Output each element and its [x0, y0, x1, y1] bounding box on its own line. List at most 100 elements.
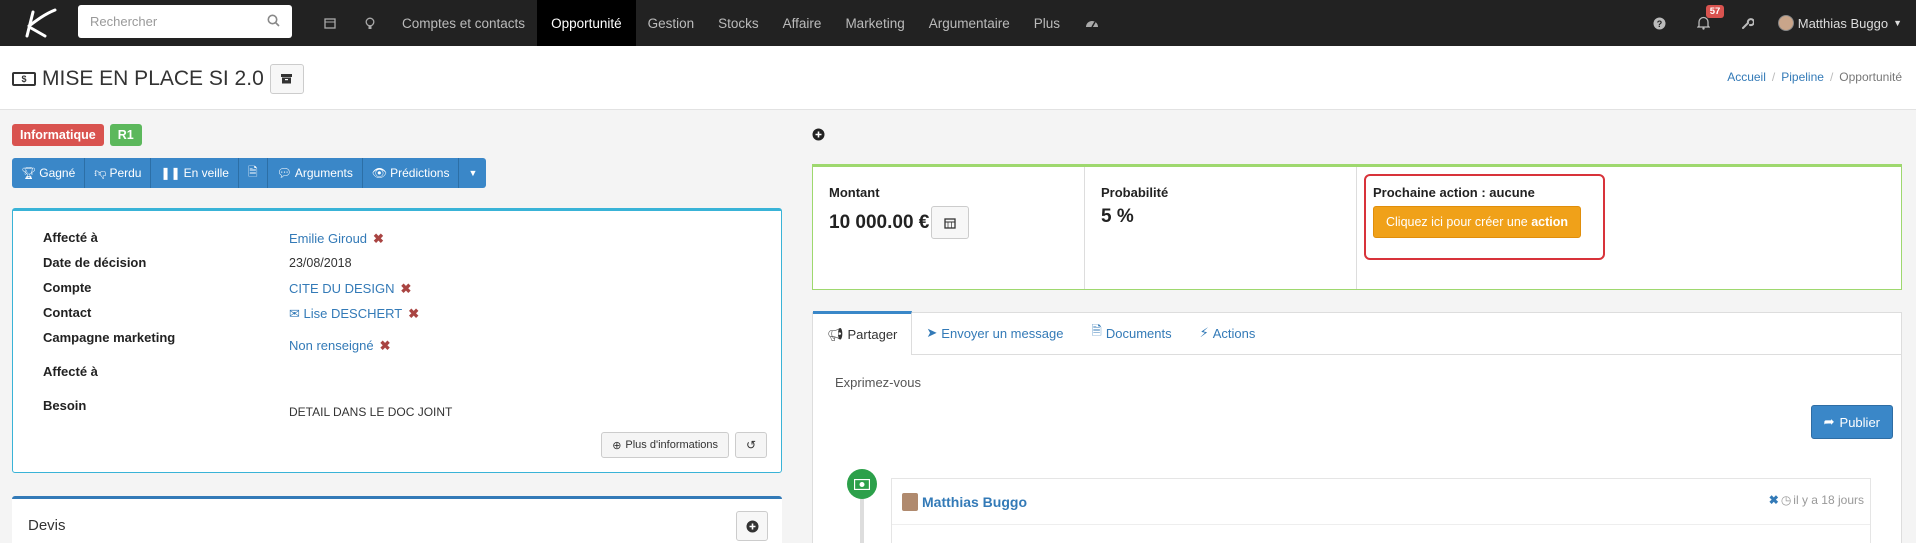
account-label: Compte [43, 280, 92, 295]
breadcrumb-pipeline[interactable]: Pipeline [1781, 70, 1824, 84]
arguments-button[interactable]: 💬︎ Arguments [268, 158, 363, 188]
tab-message-label: Envoyer un message [941, 325, 1064, 341]
stage-label: R1 [109, 124, 142, 146]
page-title: MISE EN PLACE SI 2.0 [42, 67, 264, 90]
need-row: Besoin [43, 398, 86, 413]
menu-opportunite[interactable]: Opportunité [537, 0, 636, 46]
menu-gestion[interactable]: Gestion [636, 0, 707, 46]
amount-label: Montant [829, 185, 880, 200]
thumbs-down-icon: 👎︎ [94, 165, 107, 180]
wrench-icon[interactable] [1726, 0, 1770, 46]
menu-argumentaire[interactable]: Argumentaire [917, 0, 1022, 46]
post-author[interactable]: Matthias Buggo [922, 494, 1027, 510]
lightbulb-icon[interactable] [350, 0, 390, 46]
svg-text:?: ? [1657, 19, 1663, 29]
assigned-label: Affecté à [43, 230, 98, 245]
account-link[interactable]: CITE DU DESIGN [289, 281, 394, 296]
contact-link[interactable]: Lise DESCHERT [304, 306, 403, 321]
decision-value: 23/08/2018 [289, 256, 352, 270]
category-label: Informatique [12, 124, 104, 146]
publish-label: Publier [1839, 414, 1880, 430]
remove-account-icon[interactable]: ✖ [400, 281, 411, 296]
campaign-value: Non renseigné ✖ [289, 338, 390, 354]
breadcrumb: Accueil / Pipeline / Opportunité [1727, 70, 1902, 84]
menu-stocks[interactable]: Stocks [706, 0, 771, 46]
tab-documents[interactable]: 🗎 Documents [1077, 312, 1185, 354]
calendar-icon[interactable] [310, 0, 350, 46]
clock-icon: ◷ [1780, 493, 1792, 507]
need-value: DETAIL DANS LE DOC JOINT [289, 405, 453, 419]
highlight-box [1364, 174, 1605, 260]
opportunity-info-panel: Affecté à Date de décision Compte Contac… [12, 208, 782, 473]
search-placeholder: Rechercher [90, 14, 158, 29]
breadcrumb-current: Opportunité [1839, 70, 1902, 84]
history-icon: ↺ [745, 438, 757, 452]
assigned2-row: Affecté à [43, 364, 98, 379]
user-name: Matthias Buggo [1797, 15, 1889, 31]
bell-icon[interactable]: 57 [1682, 0, 1726, 46]
archive-button[interactable] [269, 64, 304, 94]
menu-marketing[interactable]: Marketing [833, 0, 916, 46]
remove-assigned-icon[interactable]: ✖ [373, 231, 384, 246]
calendar-button[interactable] [931, 206, 970, 239]
devis-panel: Devis [12, 496, 782, 543]
paper-plane-icon: ➤ [926, 325, 938, 340]
help-icon[interactable]: ? [1638, 0, 1682, 46]
standby-button[interactable]: ❚❚ En veille [151, 158, 239, 188]
document-button[interactable]: 🗎 [239, 158, 268, 188]
remove-campaign-icon[interactable]: ✖ [380, 338, 391, 353]
caret-down-icon: ▼ [1893, 18, 1902, 28]
plus-circle-icon [746, 520, 758, 532]
history-button[interactable]: ↺ [735, 432, 767, 458]
amount-value: 10 000.00 € [829, 211, 930, 233]
user-dropdown[interactable]: Matthias Buggo ▼ [1770, 15, 1916, 31]
post-time: il y a 18 jours [1793, 493, 1864, 507]
add-devis-button[interactable] [736, 511, 768, 541]
search-icon[interactable] [267, 14, 280, 30]
page-header: $ MISE EN PLACE SI 2.0 Accueil / Pipeline /… [0, 46, 1916, 110]
contact-value: ✉ Lise DESCHERT ✖ [289, 306, 419, 322]
predictions-button[interactable]: 👁︎ Prédictions [363, 158, 460, 188]
more-actions-dropdown[interactable]: ▼ [459, 158, 486, 188]
lost-button[interactable]: 👎︎ Perdu [85, 158, 152, 188]
app-logo[interactable] [0, 0, 78, 46]
trophy-icon: 🏆︎ [21, 166, 37, 180]
assigned2-label: Affecté à [43, 364, 98, 379]
file-icon: 🗎 [1091, 323, 1102, 338]
tab-partager-label: Partager [847, 327, 898, 342]
plus-circle-icon: ⊕ [612, 439, 622, 452]
contact-row: Contact [43, 305, 91, 320]
campaign-link[interactable]: Non renseigné [289, 338, 374, 353]
avatar [1777, 15, 1794, 31]
probability-value: 5 % [1101, 206, 1134, 227]
pause-icon: ❚❚ [160, 166, 181, 180]
plus-circle-icon [812, 128, 825, 141]
top-navbar: Rechercher Comptes et contacts Opportuni… [0, 0, 1916, 46]
share-icon: ➦ [1823, 414, 1835, 429]
menu-affaire[interactable]: Affaire [771, 0, 834, 46]
menu-comptes-contacts[interactable]: Comptes et contacts [390, 0, 537, 46]
share-input[interactable]: Exprimez-vous [835, 375, 921, 390]
assigned-link[interactable]: Emilie Giroud [289, 231, 367, 246]
delete-post-icon[interactable]: ✖ [1769, 493, 1779, 507]
calendar-icon [944, 217, 957, 229]
predictions-label: Prédictions [390, 166, 450, 180]
menu-plus[interactable]: Plus [1022, 0, 1072, 46]
amount-stat: Montant 10 000.00 € [813, 167, 1085, 289]
add-widget-button[interactable] [812, 128, 825, 144]
search-input[interactable]: Rechercher [78, 5, 292, 38]
tab-partager[interactable]: 📢︎ Partager [813, 311, 913, 355]
probability-stat: Probabilité 5 % [1085, 167, 1357, 289]
opportunity-tags: Informatique R1 [12, 124, 142, 146]
breadcrumb-home[interactable]: Accueil [1727, 70, 1766, 84]
tab-actions[interactable]: ⚡︎ Actions [1186, 312, 1270, 354]
more-info-button[interactable]: ⊕ Plus d'informations [601, 432, 729, 458]
dashboard-icon[interactable] [1072, 0, 1112, 46]
contact-label: Contact [43, 305, 92, 320]
comments-icon: 💬︎ [276, 166, 292, 180]
publish-button[interactable]: ➦ Publier [1810, 405, 1893, 439]
probability-label: Probabilité [1101, 185, 1169, 200]
won-button[interactable]: 🏆︎ Gagné [12, 158, 86, 188]
remove-contact-icon[interactable]: ✖ [408, 306, 419, 321]
tab-message[interactable]: ➤ Envoyer un message [912, 312, 1077, 354]
